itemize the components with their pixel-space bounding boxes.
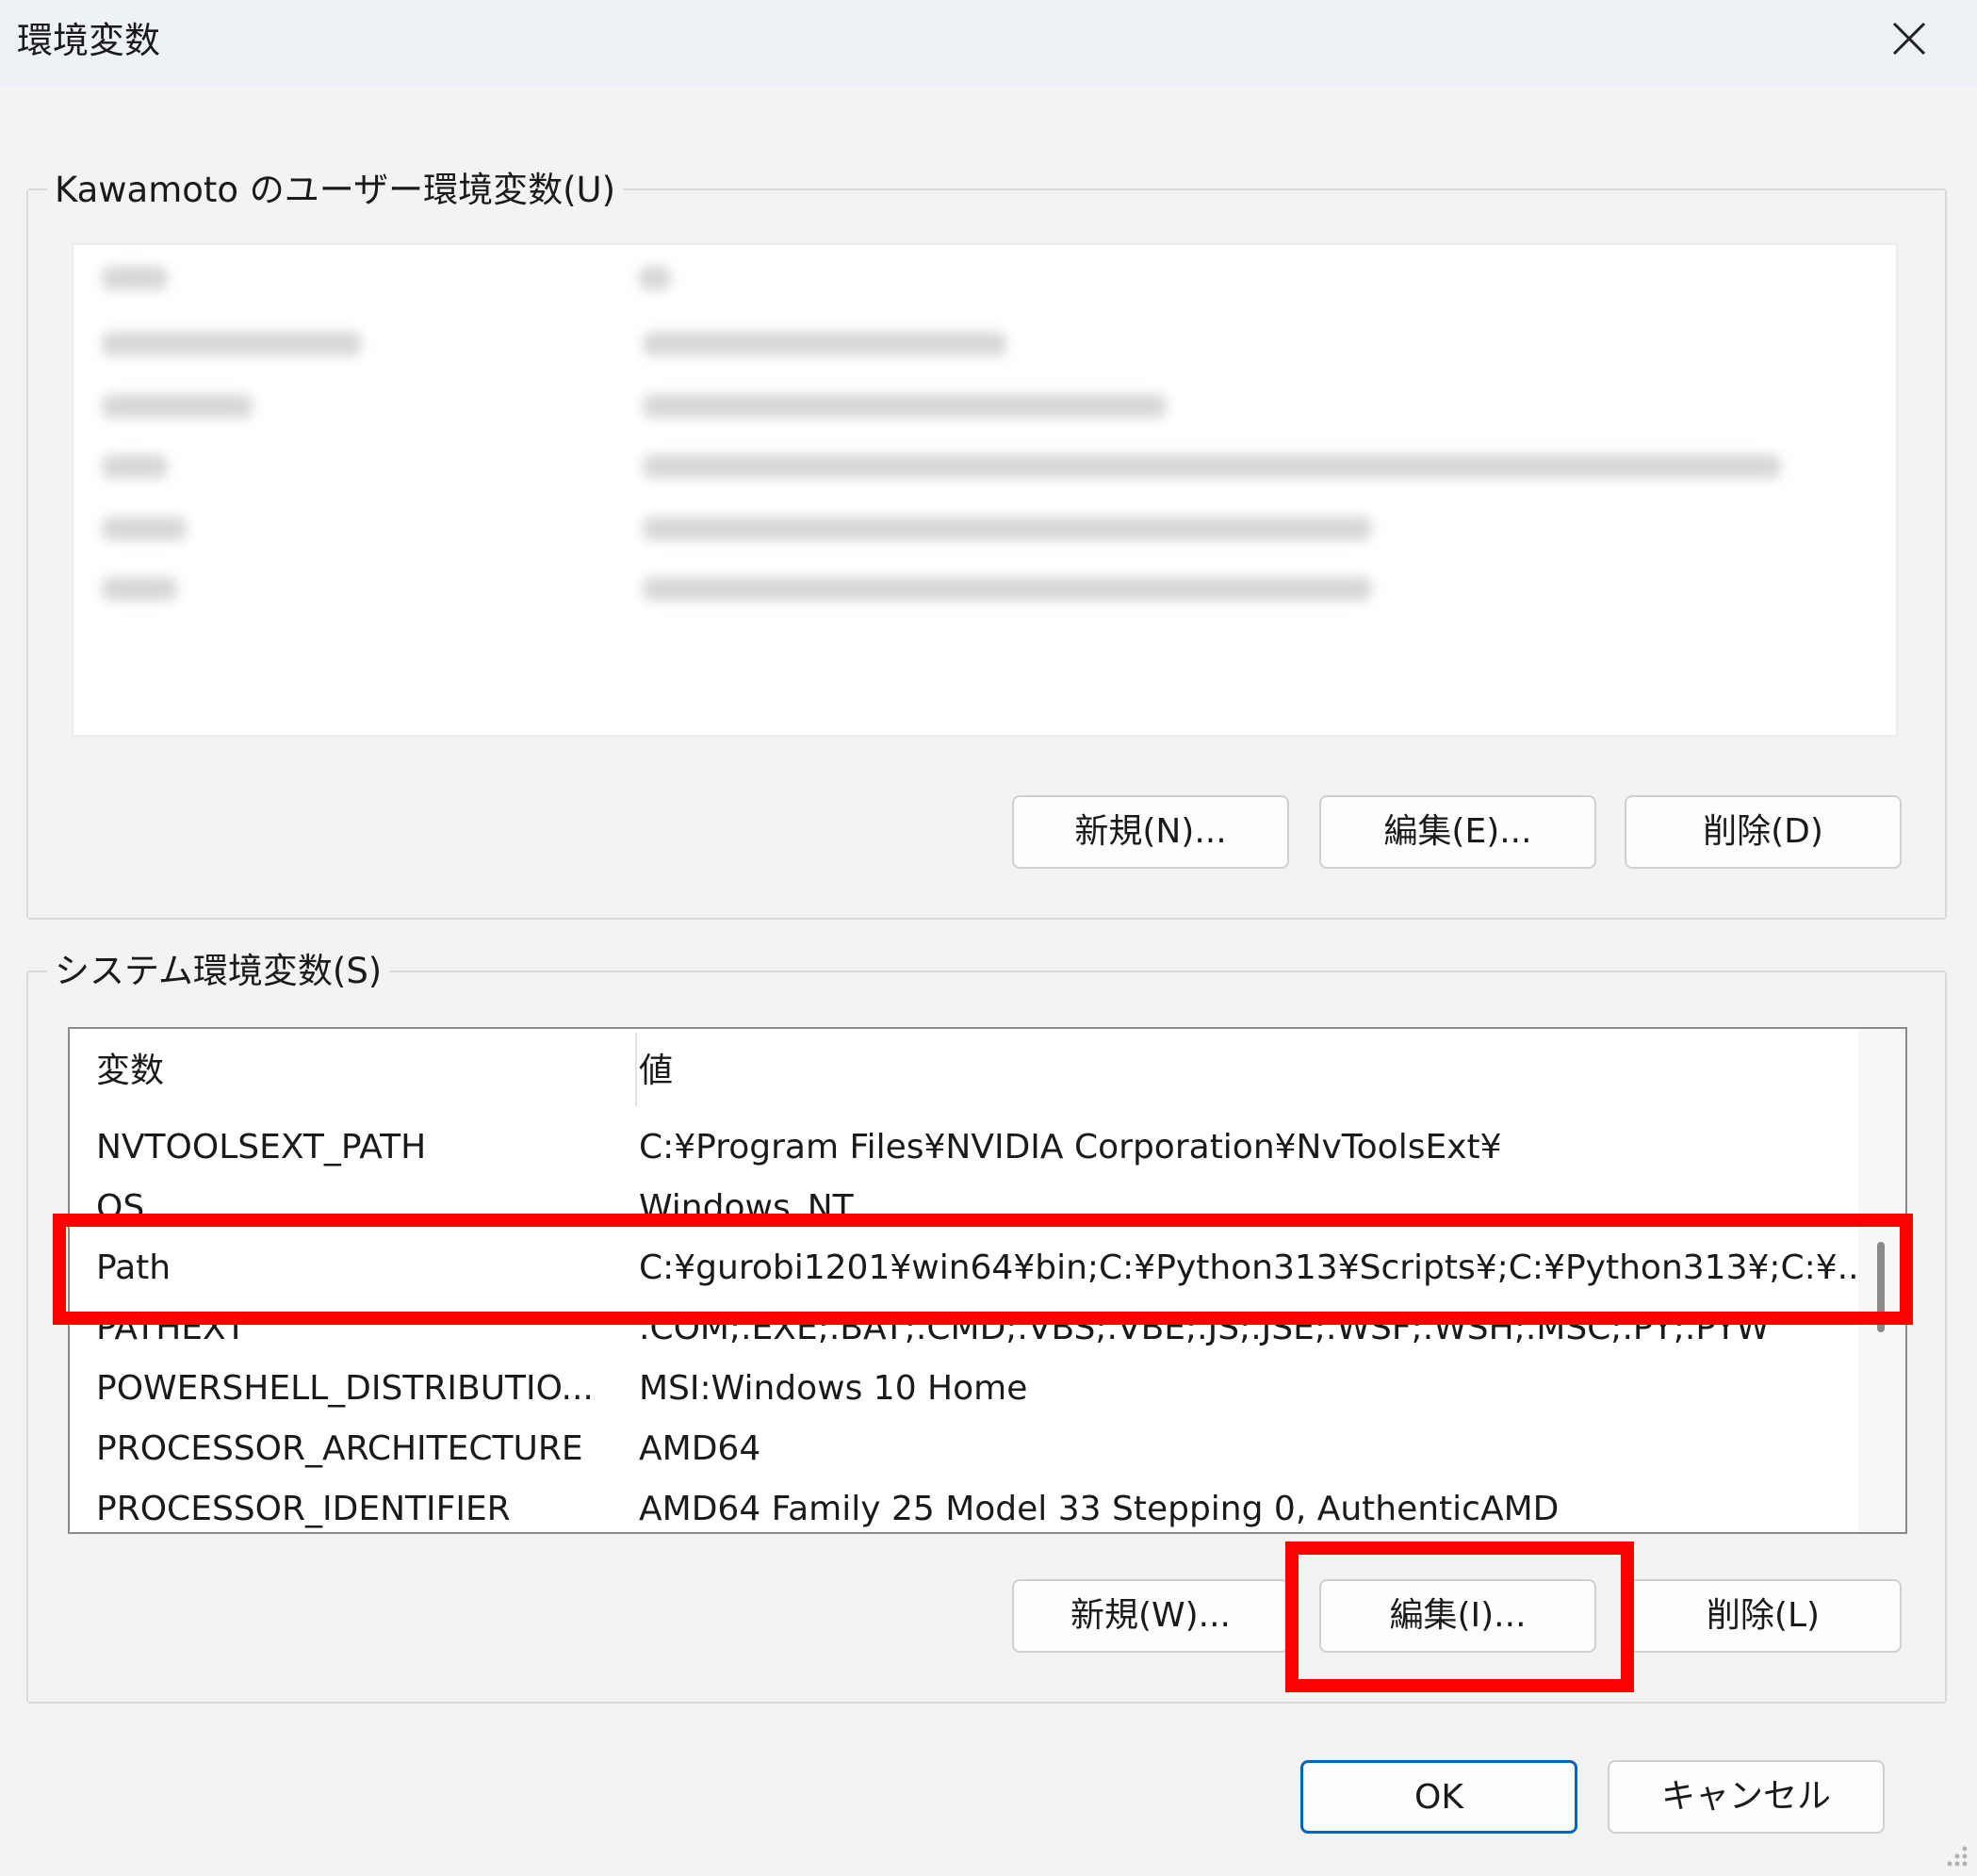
table-row[interactable]: PROCESSOR_ARCHITECTURE AMD64 bbox=[70, 1419, 1858, 1479]
row-value: AMD64 bbox=[639, 1429, 761, 1468]
blurred-row-variable bbox=[102, 394, 253, 418]
row-variable: OS bbox=[96, 1188, 145, 1227]
blurred-header-value bbox=[639, 266, 671, 290]
blurred-row-value bbox=[643, 577, 1372, 601]
ok-button[interactable]: OK bbox=[1300, 1760, 1577, 1834]
user-variables-list[interactable] bbox=[72, 243, 1898, 737]
blurred-row-variable bbox=[102, 577, 177, 601]
table-row[interactable]: POWERSHELL_DISTRIBUTIO... MSI:Windows 10… bbox=[70, 1359, 1858, 1419]
row-value: C:¥gurobi1201¥win64¥bin;C:¥Python313¥Scr… bbox=[639, 1248, 1871, 1287]
close-icon bbox=[1892, 22, 1926, 56]
close-button[interactable] bbox=[1875, 9, 1943, 68]
row-value: .COM;.EXE;.BAT;.CMD;.VBS;.VBE;.JS;.JSE;.… bbox=[639, 1309, 1770, 1347]
user-edit-button[interactable]: 編集(E)... bbox=[1319, 795, 1596, 869]
system-new-button[interactable]: 新規(W)... bbox=[1012, 1579, 1289, 1653]
row-value: AMD64 Family 25 Model 33 Stepping 0, Aut… bbox=[639, 1490, 1560, 1528]
row-variable: NVTOOLSEXT_PATH bbox=[96, 1128, 427, 1166]
column-header-variable[interactable]: 変数 bbox=[96, 1029, 624, 1108]
blurred-row-value bbox=[643, 394, 1167, 418]
blurred-row-variable bbox=[102, 516, 187, 541]
user-new-button[interactable]: 新規(N)... bbox=[1012, 795, 1289, 869]
table-row[interactable]: NVTOOLSEXT_PATH C:¥Program Files¥NVIDIA … bbox=[70, 1117, 1858, 1178]
title-bar: 環境変数 bbox=[0, 0, 1977, 87]
system-variables-legend: システム環境変数(S) bbox=[47, 949, 390, 994]
row-variable: PROCESSOR_ARCHITECTURE bbox=[96, 1429, 583, 1468]
list-header: 変数 値 bbox=[70, 1029, 1905, 1108]
table-row[interactable]: PROCESSOR_IDENTIFIER AMD64 Family 25 Mod… bbox=[70, 1479, 1858, 1532]
system-variables-list[interactable]: 変数 値 NVTOOLSEXT_PATH C:¥Program Files¥NV… bbox=[68, 1027, 1907, 1534]
blurred-row-variable bbox=[102, 454, 168, 479]
scrollbar-thumb[interactable] bbox=[1877, 1242, 1885, 1332]
table-row[interactable]: OS Windows_NT bbox=[70, 1178, 1858, 1238]
system-delete-button[interactable]: 削除(L) bbox=[1625, 1579, 1902, 1653]
user-delete-button[interactable]: 削除(D) bbox=[1625, 795, 1902, 869]
user-variables-legend: Kawamoto のユーザー環境変数(U) bbox=[47, 168, 624, 213]
column-divider[interactable] bbox=[635, 1033, 637, 1106]
row-variable: Path bbox=[96, 1248, 172, 1287]
column-header-value[interactable]: 値 bbox=[639, 1029, 1770, 1108]
cancel-button[interactable]: キャンセル bbox=[1608, 1760, 1885, 1834]
resize-grip-icon[interactable] bbox=[1941, 1840, 1969, 1868]
row-variable: PATHEXT bbox=[96, 1309, 247, 1347]
row-variable: POWERSHELL_DISTRIBUTIO... bbox=[96, 1369, 594, 1408]
blurred-row-value bbox=[643, 516, 1372, 541]
list-scrollbar[interactable] bbox=[1858, 1029, 1905, 1532]
row-value: Windows_NT bbox=[639, 1188, 854, 1227]
row-variable: PROCESSOR_IDENTIFIER bbox=[96, 1490, 511, 1528]
row-value: C:¥Program Files¥NVIDIA Corporation¥NvTo… bbox=[639, 1128, 1502, 1166]
environment-variables-dialog: 環境変数 Kawamoto のユーザー環境変数(U) 新規(N)... 編集(E… bbox=[0, 0, 1977, 1876]
blurred-row-value bbox=[643, 454, 1781, 479]
blurred-header-variable bbox=[102, 266, 168, 290]
table-row[interactable]: PATHEXT .COM;.EXE;.BAT;.CMD;.VBS;.VBE;.J… bbox=[70, 1298, 1858, 1359]
window-title: 環境変数 bbox=[17, 20, 161, 61]
blurred-row-variable bbox=[102, 332, 362, 356]
table-row-path[interactable]: Path C:¥gurobi1201¥win64¥bin;C:¥Python31… bbox=[70, 1238, 1870, 1298]
system-edit-button[interactable]: 編集(I)... bbox=[1319, 1579, 1596, 1653]
row-value: MSI:Windows 10 Home bbox=[639, 1369, 1028, 1408]
blurred-row-value bbox=[643, 332, 1006, 356]
